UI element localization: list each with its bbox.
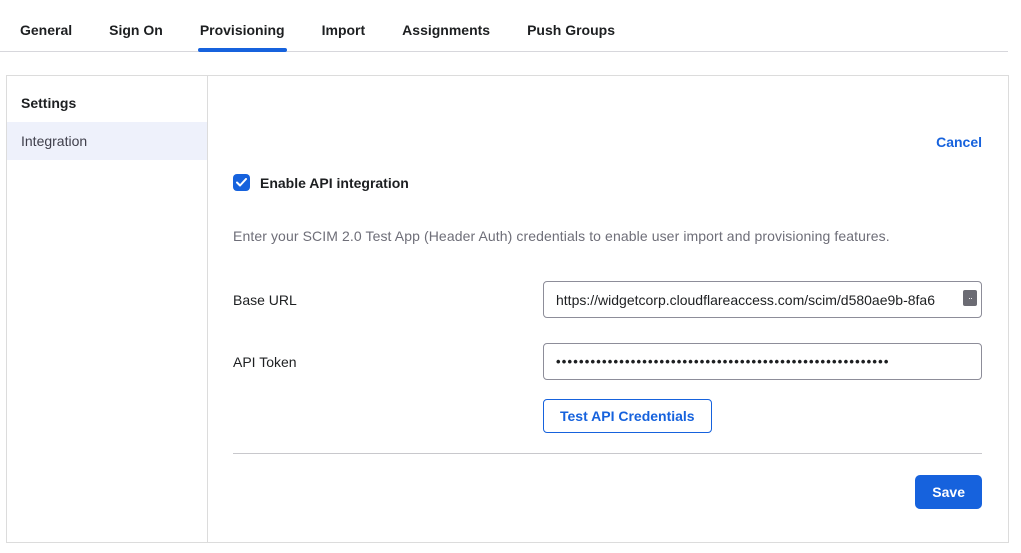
base-url-row: Base URL ·· xyxy=(233,281,982,318)
test-api-credentials-button[interactable]: Test API Credentials xyxy=(543,399,712,433)
tab-import[interactable]: Import xyxy=(322,22,366,51)
text-cursor-block: ·· xyxy=(963,290,977,306)
settings-sidebar: Settings Integration xyxy=(7,76,208,542)
footer-divider xyxy=(233,453,982,454)
sidebar-item-integration[interactable]: Integration xyxy=(7,122,207,160)
tab-sign-on[interactable]: Sign On xyxy=(109,22,163,51)
tab-assignments[interactable]: Assignments xyxy=(402,22,490,51)
api-token-row: API Token xyxy=(233,343,982,380)
tab-general[interactable]: General xyxy=(20,22,72,51)
provisioning-panel: Settings Integration Cancel Enable API i… xyxy=(6,75,1009,543)
base-url-input[interactable] xyxy=(543,281,982,318)
save-button[interactable]: Save xyxy=(915,475,982,509)
enable-api-checkbox[interactable] xyxy=(233,174,250,191)
credentials-description: Enter your SCIM 2.0 Test App (Header Aut… xyxy=(233,228,982,244)
enable-api-label: Enable API integration xyxy=(260,175,409,191)
checkmark-icon xyxy=(236,178,247,187)
tab-provisioning[interactable]: Provisioning xyxy=(200,22,285,51)
tab-push-groups[interactable]: Push Groups xyxy=(527,22,615,51)
api-token-input[interactable] xyxy=(543,343,982,380)
base-url-label: Base URL xyxy=(233,292,543,308)
app-tab-bar: General Sign On Provisioning Import Assi… xyxy=(0,0,1008,52)
integration-settings-form: Cancel Enable API integration Enter your… xyxy=(208,76,1008,542)
sidebar-header: Settings xyxy=(7,84,207,122)
cancel-button[interactable]: Cancel xyxy=(936,134,982,150)
api-token-label: API Token xyxy=(233,354,543,370)
